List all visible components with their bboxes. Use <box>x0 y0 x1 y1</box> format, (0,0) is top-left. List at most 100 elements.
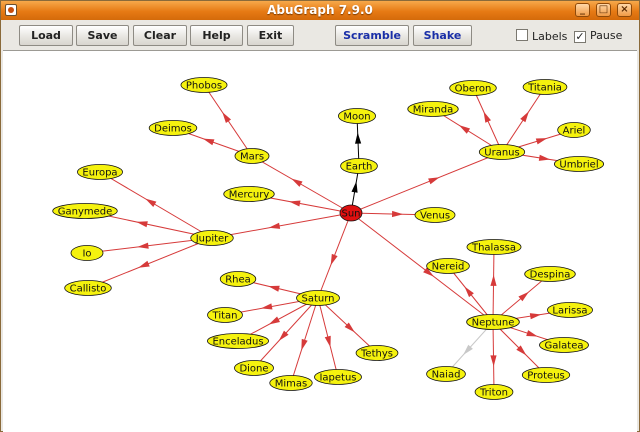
scramble-button[interactable]: Scramble <box>335 25 409 46</box>
minimize-icon[interactable]: _ <box>575 3 590 17</box>
node-rhea[interactable]: Rhea <box>219 271 257 287</box>
node-label: Europa <box>82 168 117 179</box>
node-mars[interactable]: Mars <box>234 148 270 164</box>
node-titan[interactable]: Titan <box>207 307 243 323</box>
load-button[interactable]: Load <box>19 25 73 46</box>
node-earth[interactable]: Earth <box>340 158 378 174</box>
node-moon[interactable]: Moon <box>337 108 377 124</box>
edge-arrow-icon <box>490 274 497 286</box>
node-larissa[interactable]: Larissa <box>547 302 593 318</box>
node-mimas[interactable]: Mimas <box>269 375 313 391</box>
node-label: Triton <box>479 388 508 399</box>
node-ganymede[interactable]: Ganymede <box>52 203 118 219</box>
node-label: Nereid <box>432 262 465 273</box>
node-despina[interactable]: Despina <box>524 266 576 282</box>
edge-arrow-icon <box>428 177 440 185</box>
edge-arrow-icon <box>301 338 308 351</box>
save-button[interactable]: Save <box>76 25 129 46</box>
node-miranda[interactable]: Miranda <box>407 101 459 117</box>
edge-arrow-icon <box>260 303 273 310</box>
node-phobos[interactable]: Phobos <box>180 77 228 93</box>
node-label: Tethys <box>360 349 393 360</box>
node-saturn[interactable]: Saturn <box>296 290 340 306</box>
edge-arrow-icon <box>490 355 497 367</box>
node-mercury[interactable]: Mercury <box>223 186 275 202</box>
node-label: Mimas <box>275 379 308 390</box>
node-label: Ariel <box>563 126 586 137</box>
node-label: Proteus <box>527 371 565 382</box>
edge-sun-neptune <box>350 212 494 323</box>
edge-arrow-icon <box>458 125 471 134</box>
close-icon[interactable]: × <box>617 3 632 17</box>
node-label: Thalassa <box>471 243 516 254</box>
node-label: Enceladus <box>212 337 263 348</box>
node-thalassa[interactable]: Thalassa <box>466 239 522 255</box>
labels-checkbox[interactable]: Labels <box>516 29 567 43</box>
node-proteus[interactable]: Proteus <box>521 367 571 383</box>
node-callisto[interactable]: Callisto <box>64 280 112 296</box>
edge-arrow-icon <box>351 181 358 193</box>
edge-arrow-icon <box>483 111 491 123</box>
node-label: Miranda <box>413 105 453 116</box>
node-tethys[interactable]: Tethys <box>355 345 399 361</box>
maximize-icon[interactable]: □ <box>596 3 611 17</box>
node-ariel[interactable]: Ariel <box>557 122 591 138</box>
labels-checkbox-box[interactable] <box>516 29 528 41</box>
edge-arrow-icon <box>538 154 551 161</box>
node-label: Mars <box>240 152 264 163</box>
node-europa[interactable]: Europa <box>77 164 123 180</box>
node-label: Phobos <box>186 81 222 92</box>
edge-arrow-icon <box>136 221 148 228</box>
node-iapetus[interactable]: Iapetus <box>314 369 362 385</box>
edge-arrow-icon <box>355 132 362 144</box>
node-neptune[interactable]: Neptune <box>466 314 520 330</box>
edge-arrow-icon <box>138 260 150 268</box>
clear-button[interactable]: Clear <box>133 25 187 46</box>
node-galatea[interactable]: Galatea <box>539 337 589 353</box>
edge-arrow-icon <box>391 210 404 218</box>
node-naiad[interactable]: Naiad <box>426 366 466 382</box>
pause-checkbox[interactable]: ✓ Pause <box>574 29 622 43</box>
labels-checkbox-label: Labels <box>532 30 568 43</box>
shake-button[interactable]: Shake <box>413 25 472 46</box>
exit-button[interactable]: Exit <box>247 25 294 46</box>
node-jupiter[interactable]: Jupiter <box>190 230 234 246</box>
node-dione[interactable]: Dione <box>234 360 274 376</box>
node-label: Naiad <box>432 370 461 381</box>
edge-arrow-icon <box>535 138 548 145</box>
node-deimos[interactable]: Deimos <box>148 120 198 136</box>
node-label: Venus <box>420 211 450 222</box>
node-uranus[interactable]: Uranus <box>478 144 526 160</box>
edge-arrow-icon <box>222 111 232 123</box>
node-label: Dione <box>239 364 268 375</box>
edge-arrow-icon <box>464 286 474 298</box>
app-window: AbuGraph 7.9.0 _ □ × Load Save Clear Hel… <box>0 0 640 432</box>
graph-canvas[interactable]: Sun Mercury Venus Earth Moon Mars Phobos Deimos… <box>3 50 637 432</box>
node-sun[interactable]: Sun <box>339 204 363 222</box>
edge-arrow-icon <box>324 335 331 348</box>
help-button[interactable]: Help <box>190 25 243 46</box>
node-label: Galatea <box>545 341 584 352</box>
toolbar: Load Save Clear Help Exit Scramble Shake… <box>1 20 639 50</box>
graph-svg[interactable]: Sun Mercury Venus Earth Moon Mars Phobos Deimos… <box>3 51 637 432</box>
node-enceladus[interactable]: Enceladus <box>207 333 269 349</box>
node-titania[interactable]: Titania <box>522 79 568 95</box>
node-label: Callisto <box>70 284 107 295</box>
node-triton[interactable]: Triton <box>474 384 514 400</box>
node-label: Iapetus <box>319 373 356 384</box>
window-title: AbuGraph 7.9.0 <box>267 3 373 17</box>
node-nereid[interactable]: Nereid <box>426 258 470 274</box>
title-bar[interactable]: AbuGraph 7.9.0 _ □ × <box>1 1 639 20</box>
node-label: Earth <box>346 162 373 173</box>
node-label: Moon <box>343 112 370 123</box>
edge-arrow-icon <box>145 198 157 207</box>
edge-arrow-icon <box>330 253 338 266</box>
node-umbriel[interactable]: Umbriel <box>553 156 605 172</box>
pause-checkbox-box[interactable]: ✓ <box>574 31 586 43</box>
node-label: Umbriel <box>559 160 598 171</box>
node-oberon[interactable]: Oberon <box>449 80 497 96</box>
edge-arrow-icon <box>268 316 280 325</box>
node-io[interactable]: Io <box>70 245 104 261</box>
node-label: Despina <box>530 270 571 281</box>
node-venus[interactable]: Venus <box>414 207 456 223</box>
